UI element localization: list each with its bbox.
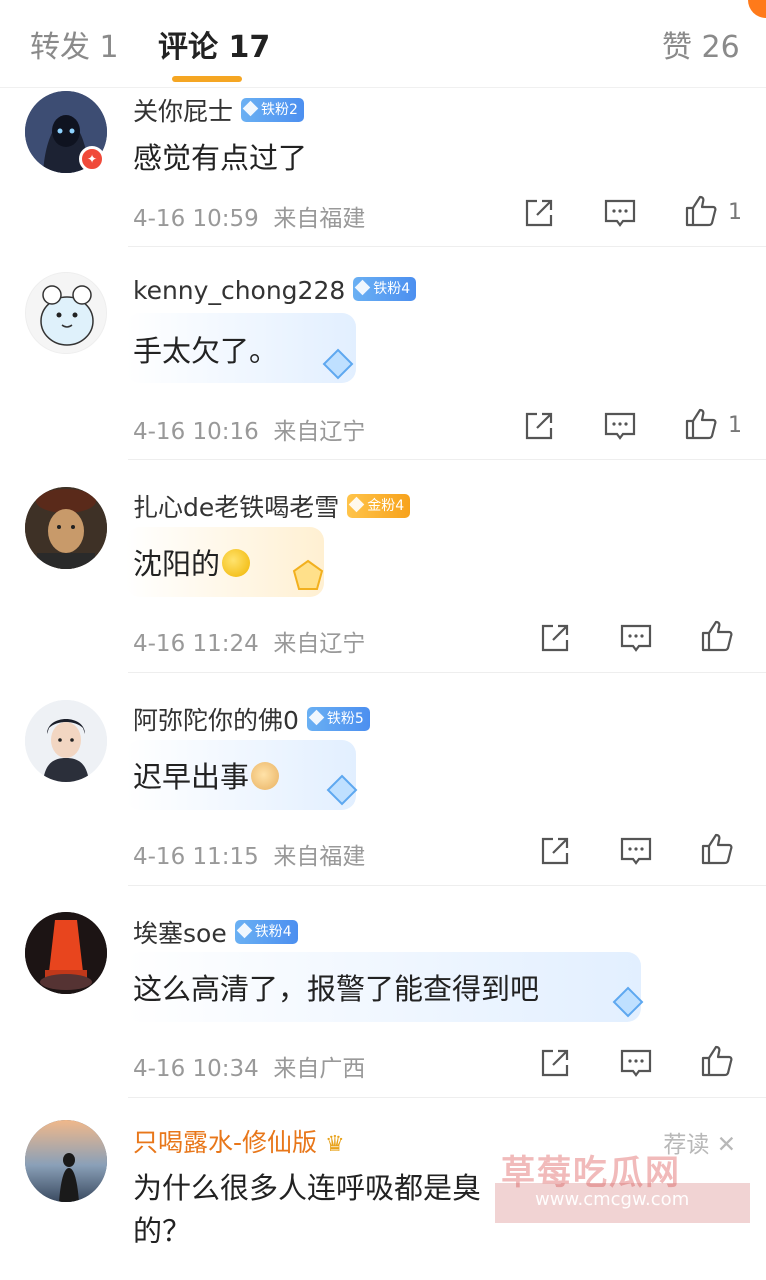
comment-text: 为什么很多人连呼吸都是臭: [133, 1171, 482, 1205]
reply-icon[interactable]: [619, 1046, 653, 1080]
comment-text: 这么高清了，报警了能查得到吧: [133, 972, 540, 1006]
share-icon[interactable]: [538, 1046, 572, 1080]
tab-repost[interactable]: 转发 1: [30, 22, 119, 66]
site-watermark: 草莓吃瓜网 www.cmcgw.com: [495, 1145, 755, 1225]
tab-likes[interactable]: 赞 26: [662, 22, 740, 66]
active-tab-indicator: [172, 76, 242, 82]
share-icon[interactable]: [522, 409, 556, 443]
comment-text-continued: 的？: [133, 1214, 192, 1248]
avatar[interactable]: [25, 700, 107, 782]
fan-badge: 铁粉5: [306, 707, 370, 731]
comment-text: 迟早出事: [133, 754, 280, 796]
share-icon[interactable]: [522, 196, 556, 230]
avatar[interactable]: [25, 272, 107, 354]
like-icon[interactable]: [684, 194, 718, 228]
doge-emoji-icon: [251, 762, 280, 790]
fan-badge: 铁粉2: [241, 98, 304, 122]
reply-icon[interactable]: [619, 834, 653, 868]
verified-icon: ✦: [79, 146, 105, 172]
share-icon[interactable]: [538, 621, 572, 655]
comment-meta: 4-16 10:16 来自辽宁: [133, 419, 366, 445]
fan-badge: 铁粉4: [234, 920, 298, 944]
divider: [128, 1097, 766, 1098]
comment-meta: 4-16 10:59 来自福建: [133, 206, 366, 232]
like-icon[interactable]: [684, 407, 718, 441]
divider: [128, 246, 766, 247]
comment-tabs: 转发 1 评论 17 赞 26: [0, 0, 766, 88]
divider: [128, 672, 766, 673]
fan-badge: 铁粉4: [353, 277, 417, 301]
comment-text: 沈阳的: [133, 541, 251, 583]
fan-badge: 金粉4: [347, 494, 411, 518]
username[interactable]: 阿弥陀你的佛0 铁粉5: [133, 701, 370, 737]
like-icon[interactable]: [700, 832, 734, 866]
comment-text: 手太欠了。: [133, 334, 279, 368]
like-count: 1: [728, 200, 742, 225]
diamond-icon: [326, 774, 358, 806]
like-count: 1: [728, 413, 742, 438]
diamond-icon: [322, 348, 354, 380]
crown-icon: ♛: [325, 1131, 345, 1157]
diamond-icon: [612, 986, 644, 1018]
pentagon-badge-icon: [292, 559, 324, 590]
watermark-url: www.cmcgw.com: [535, 1189, 690, 1210]
username[interactable]: kenny_chong228 铁粉4: [133, 276, 417, 305]
username[interactable]: 扎心de老铁喝老雪 金粉4: [133, 488, 411, 524]
like-icon[interactable]: [700, 619, 734, 653]
share-icon[interactable]: [538, 834, 572, 868]
comment-text: 感觉有点过了: [133, 141, 308, 175]
laugh-cry-emoji-icon: [222, 549, 251, 577]
username[interactable]: 只喝露水-修仙版 ♛: [133, 1123, 345, 1159]
comment-meta: 4-16 11:24 来自辽宁: [133, 631, 366, 657]
comment-meta: 4-16 11:15 来自福建: [133, 844, 366, 870]
tab-comments[interactable]: 评论 17: [158, 22, 270, 66]
like-icon[interactable]: [700, 1044, 734, 1078]
avatar[interactable]: [25, 487, 107, 569]
reply-icon[interactable]: [619, 621, 653, 655]
reply-icon[interactable]: [603, 409, 637, 443]
divider: [128, 459, 766, 460]
corner-accent: [748, 0, 766, 18]
avatar[interactable]: [25, 1120, 107, 1202]
username[interactable]: 埃塞soe 铁粉4: [133, 914, 298, 950]
reply-icon[interactable]: [603, 196, 637, 230]
username[interactable]: 关你屁士 铁粉2: [133, 92, 304, 128]
avatar[interactable]: [25, 912, 107, 994]
divider: [128, 885, 766, 886]
comment-meta: 4-16 10:34 来自广西: [133, 1056, 366, 1082]
